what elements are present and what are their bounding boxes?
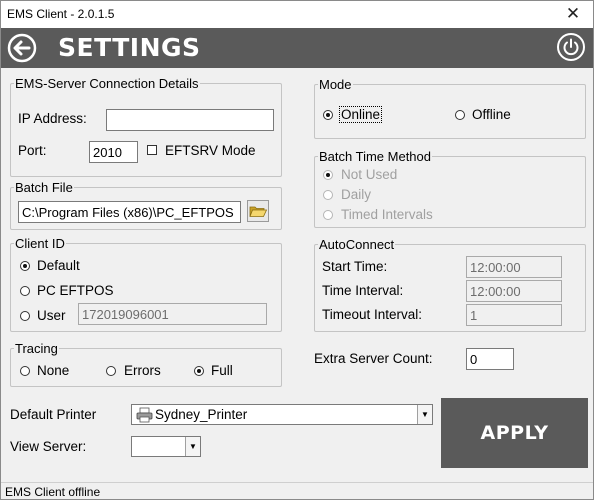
batch-time-notused-radio[interactable] — [323, 170, 333, 180]
autoconnect-legend: AutoConnect — [319, 237, 395, 252]
timeout-interval-label: Timeout Interval: — [322, 307, 423, 322]
tracing-none-radio[interactable] — [20, 366, 30, 376]
settings-header: SETTINGS — [1, 28, 593, 68]
tracing-errors-radio[interactable] — [106, 366, 116, 376]
batch-time-legend: Batch Time Method — [319, 149, 431, 164]
mode-online-label: Online — [338, 106, 383, 123]
close-icon[interactable]: ✕ — [563, 4, 583, 24]
mode-legend: Mode — [319, 77, 352, 92]
batch-time-daily-radio[interactable] — [323, 190, 333, 200]
view-server-label: View Server: — [10, 439, 87, 454]
client-id-default-label: Default — [37, 258, 80, 273]
batch-file-legend: Batch File — [15, 180, 73, 195]
chevron-down-icon[interactable]: ▼ — [417, 405, 432, 424]
port-label: Port: — [18, 143, 47, 158]
time-interval-input[interactable]: 12:00:00 — [466, 280, 562, 302]
printer-icon — [136, 407, 153, 423]
window-title: EMS Client - 2.0.1.5 — [7, 7, 115, 21]
client-id-legend: Client ID — [15, 236, 65, 251]
ip-address-input[interactable] — [106, 109, 274, 131]
tracing-errors-label: Errors — [124, 363, 161, 378]
folder-open-icon — [249, 206, 268, 217]
start-time-label: Start Time: — [322, 259, 388, 274]
status-bar: EMS Client offline — [1, 482, 593, 499]
start-time-input[interactable]: 12:00:00 — [466, 256, 562, 278]
timeout-interval-input[interactable]: 1 — [466, 304, 562, 326]
client-id-default-radio[interactable] — [20, 261, 30, 271]
default-printer-value: Sydney_Printer — [155, 407, 248, 422]
eftsrv-mode-checkbox[interactable] — [147, 145, 157, 155]
extra-server-count-label: Extra Server Count: — [314, 351, 433, 366]
app-window: EMS Client - 2.0.1.5 ✕ SETTINGS EMS-Serv… — [0, 0, 594, 500]
title-bar: EMS Client - 2.0.1.5 ✕ — [1, 1, 593, 28]
port-input[interactable]: 2010 — [89, 141, 138, 163]
client-id-pceftpos-radio[interactable] — [20, 286, 30, 296]
page-title: SETTINGS — [58, 33, 201, 62]
power-icon[interactable] — [556, 32, 586, 62]
view-server-select[interactable]: ▼ — [131, 436, 201, 457]
batch-file-path-input[interactable]: C:\Program Files (x86)\PC_EFTPOS — [18, 201, 241, 223]
ip-address-label: IP Address: — [18, 111, 87, 126]
mode-offline-radio[interactable] — [455, 110, 465, 120]
status-text: EMS Client offline — [5, 485, 101, 499]
chevron-down-icon[interactable]: ▼ — [185, 437, 200, 456]
batch-time-daily-label: Daily — [341, 187, 372, 202]
client-id-pceftpos-label: PC EFTPOS — [37, 283, 114, 298]
tracing-full-label: Full — [211, 363, 233, 378]
tracing-none-label: None — [37, 363, 70, 378]
client-id-user-input[interactable]: 172019096001 — [78, 303, 267, 325]
time-interval-label: Time Interval: — [322, 283, 404, 298]
client-id-user-label: User — [37, 308, 66, 323]
tracing-legend: Tracing — [15, 341, 58, 356]
connection-legend: EMS-Server Connection Details — [15, 76, 199, 91]
extra-server-count-input[interactable]: 0 — [466, 348, 514, 370]
apply-button[interactable]: APPLY — [441, 398, 588, 468]
eftsrv-mode-label: EFTSRV Mode — [165, 143, 256, 158]
default-printer-select[interactable]: Sydney_Printer ▼ — [131, 404, 433, 425]
batch-time-notused-label: Not Used — [341, 167, 398, 182]
mode-online-radio[interactable] — [323, 110, 333, 120]
batch-time-intervals-label: Timed Intervals — [341, 207, 433, 222]
browse-button[interactable] — [247, 200, 269, 222]
mode-offline-label: Offline — [472, 107, 511, 122]
tracing-full-radio[interactable] — [194, 366, 204, 376]
default-printer-label: Default Printer — [10, 407, 97, 422]
back-arrow-icon[interactable] — [7, 33, 37, 63]
batch-time-intervals-radio[interactable] — [323, 210, 333, 220]
client-id-user-radio[interactable] — [20, 311, 30, 321]
